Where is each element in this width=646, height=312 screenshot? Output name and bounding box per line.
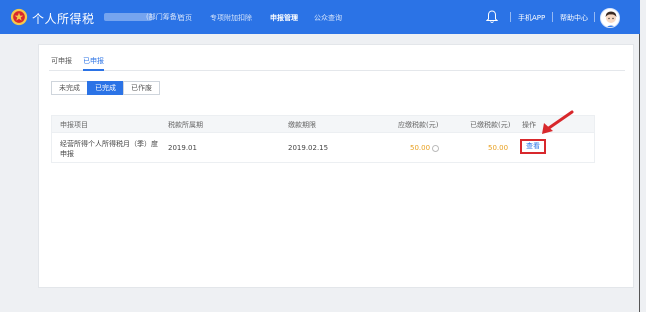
table-header: 申报项目 税款所属期 缴款期限 应缴税款(元) 已缴税款(元) 操作 bbox=[51, 115, 595, 133]
page: 个人所得税 (部门筹备) 首页 专项附加扣除 申报管理 公众查询 手机APP 帮… bbox=[0, 0, 646, 312]
cell-period: 2019.01 bbox=[168, 144, 197, 152]
subtab-incomplete[interactable]: 未完成 bbox=[51, 81, 88, 95]
view-button[interactable]: 查看 bbox=[520, 139, 546, 154]
nav-declaration-management[interactable]: 申报管理 bbox=[270, 13, 298, 23]
table-row: 经营所得个人所得税月（季）度 申报 2019.01 2019.02.15 50.… bbox=[51, 133, 595, 163]
nav-public-query[interactable]: 公众查询 bbox=[314, 13, 342, 23]
user-avatar-icon bbox=[605, 11, 617, 27]
header-deadline: 缴款期限 bbox=[288, 121, 316, 129]
tax-emblem-icon bbox=[10, 8, 28, 26]
annotation-arrow-icon bbox=[542, 110, 574, 134]
nav-special-deductions[interactable]: 专项附加扣除 bbox=[210, 13, 252, 23]
declaration-tabs: 可申报 已申报 bbox=[49, 55, 625, 71]
subtab-completed[interactable]: 已完成 bbox=[87, 81, 124, 95]
header-item: 申报项目 bbox=[60, 121, 88, 129]
cell-deadline: 2019.02.15 bbox=[288, 144, 329, 152]
header-action: 操作 bbox=[522, 121, 536, 129]
cell-tax-due: 50.00 bbox=[410, 144, 440, 152]
avatar[interactable] bbox=[600, 8, 620, 28]
separator bbox=[510, 12, 511, 22]
header-tax-paid: 已缴税款(元) bbox=[470, 121, 511, 129]
info-icon[interactable] bbox=[432, 144, 440, 152]
declaration-table: 申报项目 税款所属期 缴款期限 应缴税款(元) 已缴税款(元) 操作 经营所得个… bbox=[51, 115, 595, 163]
cell-tax-paid: 50.00 bbox=[488, 144, 509, 152]
user-name-blurred bbox=[104, 13, 152, 21]
header-tax-due: 应缴税款(元) bbox=[398, 121, 439, 129]
tax-due-value: 50.00 bbox=[410, 144, 431, 152]
separator bbox=[594, 12, 595, 22]
help-center-link[interactable]: 帮助中心 bbox=[560, 13, 588, 23]
top-bar: 个人所得税 (部门筹备) 首页 专项附加扣除 申报管理 公众查询 手机APP 帮… bbox=[0, 0, 640, 34]
tab-declared[interactable]: 已申报 bbox=[83, 56, 104, 71]
bell-icon[interactable] bbox=[486, 10, 498, 24]
header-period: 税款所属期 bbox=[168, 121, 203, 129]
status-filter: 未完成 已完成 已作废 bbox=[51, 81, 160, 95]
user-suffix: (部门筹备) bbox=[146, 13, 180, 21]
nav-home[interactable]: 首页 bbox=[178, 13, 192, 23]
cell-item-line2: 申报 bbox=[60, 150, 74, 158]
separator bbox=[552, 12, 553, 22]
main-panel: 可申报 已申报 未完成 已完成 已作废 申报项目 税款所属期 缴款期限 应缴税款… bbox=[38, 44, 634, 288]
subtab-voided[interactable]: 已作废 bbox=[123, 81, 160, 95]
app-title: 个人所得税 bbox=[32, 12, 95, 26]
mobile-app-link[interactable]: 手机APP bbox=[518, 13, 545, 23]
window-edge bbox=[639, 0, 640, 312]
tab-declarable[interactable]: 可申报 bbox=[51, 56, 72, 71]
cell-item-line1: 经营所得个人所得税月（季）度 bbox=[60, 140, 158, 148]
